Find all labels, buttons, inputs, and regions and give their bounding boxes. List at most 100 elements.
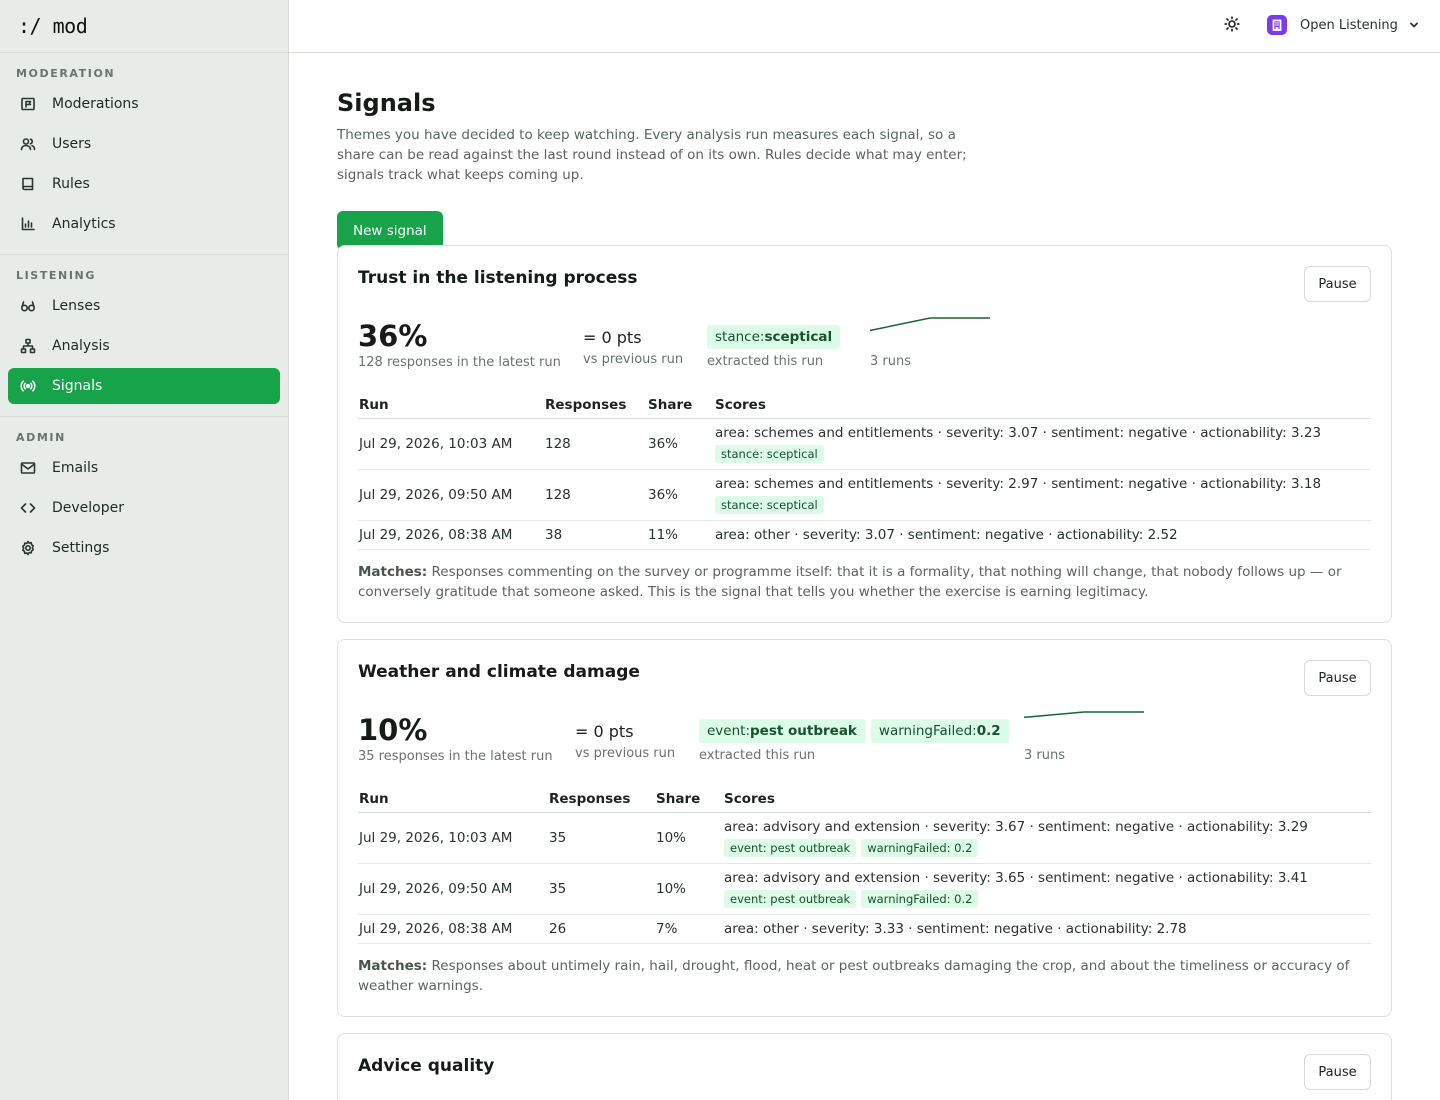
sidebar-item-analytics[interactable]: Analytics [8,206,280,242]
signal-card: Weather and climate damage Pause 10% 35 … [337,639,1392,1017]
sparkline-series [869,317,990,332]
sidebar-item-label: Analytics [52,216,116,232]
extracted-chips: event:pest outbreak warningFailed:0.2 ex… [699,710,1009,763]
sidebar-item-label: Developer [52,500,125,516]
col-responses: Responses [548,786,655,813]
building-icon [1267,15,1287,35]
latest-share: 10% 35 responses in the latest run [358,712,553,766]
signal-title: Trust in the listening process [358,268,638,288]
run-share: 11% [647,520,714,550]
signal-title: Weather and climate damage [358,662,640,682]
sidebar-item-label: Settings [52,540,110,556]
sidebar-item-label: Moderations [52,96,139,112]
attribute-chip: warningFailed:0.2 [870,719,1009,743]
run-responses: 35 [548,863,655,915]
network-icon [20,338,36,354]
sidebar-item-settings[interactable]: Settings [8,530,280,566]
sidebar: :/ mod MODERATION Moderations Users Rule… [0,0,289,1100]
run-scores: area: advisory and extension · severity:… [723,812,1371,864]
tag-chip: warningFailed: 0.2 [861,839,979,857]
gear-icon [20,540,36,556]
trend-sparkline: 3 runs [869,316,990,369]
pause-button[interactable]: Pause [1304,1054,1371,1090]
sidebar-item-developer[interactable]: Developer [8,490,280,526]
scores-text: area: schemes and entitlements · severit… [715,476,1322,492]
sidebar-item-label: Rules [52,176,90,192]
bar-chart-icon [20,216,36,232]
run-scores: area: other · severity: 3.07 · sentiment… [714,520,1371,550]
runs-table: Run Responses Share Scores Jul 29, 2026,… [358,392,1371,550]
flag-box-icon [20,96,36,112]
run-share: 36% [647,469,714,521]
extracted-chips: stance:sceptical extracted this run [707,316,841,369]
share-delta: = 0 pts vs previous run [575,710,675,761]
run-responses: 38 [544,520,647,550]
nav-section-listening: LISTENING Lenses Analysis Signals [0,255,288,417]
brand-logo[interactable]: :/ mod [0,0,288,53]
attribute-chip: stance:sceptical [707,325,841,349]
org-switcher[interactable]: Open Listening [1267,15,1420,35]
run-responses: 35 [548,812,655,864]
tag-chip: stance: sceptical [715,445,824,463]
sidebar-item-label: Signals [52,378,103,394]
delta-subtitle: vs previous run [583,352,684,367]
table-row: Jul 29, 2026, 09:50 AM 35 10% area: advi… [358,863,1371,915]
run-responses: 26 [548,914,655,944]
delta-value: = 0 pts [583,328,642,347]
share-delta: = 0 pts vs previous run [583,316,683,367]
nav-heading-admin: ADMIN [16,431,66,444]
share-subtitle: 35 responses in the latest run [358,749,553,764]
delta-value: = 0 pts [575,722,634,741]
table-row: Jul 29, 2026, 08:38 AM 26 7% area: other… [358,914,1371,944]
sidebar-item-label: Analysis [52,338,110,354]
page-description: Themes you have decided to keep watching… [337,127,967,183]
sidebar-item-rules[interactable]: Rules [8,166,280,202]
sun-icon [1224,16,1240,36]
chips-subtitle: extracted this run [707,354,824,369]
run-date: Jul 29, 2026, 10:03 AM [358,812,548,864]
sidebar-item-signals[interactable]: Signals [8,368,280,404]
scores-text: area: other · severity: 3.33 · sentiment… [724,920,1187,937]
run-responses: 128 [544,469,647,521]
run-share: 36% [647,418,714,470]
theme-toggle-button[interactable] [1222,16,1242,36]
sparkline-series [1023,711,1144,719]
org-name: Open Listening [1300,17,1398,33]
trend-sparkline: 3 runs [1023,710,1144,763]
table-header-row: Run Responses Share Scores [358,392,1371,419]
sparkline-subtitle: 3 runs [1024,748,1065,763]
share-subtitle: 128 responses in the latest run [358,355,561,370]
nav-heading-listening: LISTENING [16,269,96,282]
topbar: Open Listening [289,0,1440,53]
run-share: 10% [655,863,723,915]
book-icon [20,176,36,192]
sidebar-item-moderations[interactable]: Moderations [8,86,280,122]
nav-heading-moderation: MODERATION [16,67,116,80]
table-row: Jul 29, 2026, 09:50 AM 128 36% area: sch… [358,469,1371,521]
chevron-down-icon [1408,19,1420,31]
sidebar-item-label: Users [52,136,92,152]
pause-button[interactable]: Pause [1304,660,1371,696]
run-date: Jul 29, 2026, 09:50 AM [358,863,548,915]
run-date: Jul 29, 2026, 08:38 AM [358,520,544,550]
pause-button[interactable]: Pause [1304,266,1371,302]
sidebar-item-analysis[interactable]: Analysis [8,328,280,364]
tag-chip: stance: sceptical [715,496,824,514]
latest-share: 36% 128 responses in the latest run [358,318,561,372]
run-scores: area: schemes and entitlements · severit… [714,418,1371,470]
mail-icon [20,460,36,476]
scores-text: area: advisory and extension · severity:… [724,870,1308,886]
share-value: 36% [358,319,428,353]
users-icon [20,136,36,152]
table-row: Jul 29, 2026, 08:38 AM 38 11% area: othe… [358,520,1371,550]
sidebar-item-emails[interactable]: Emails [8,450,280,486]
signal-stats: 10% 35 responses in the latest run = 0 p… [358,710,1371,770]
sidebar-item-lenses[interactable]: Lenses [8,288,280,324]
attribute-chip: event:pest outbreak [699,719,865,743]
col-scores: Scores [714,392,1371,419]
sparkline-subtitle: 3 runs [870,354,911,369]
col-share: Share [647,392,714,419]
sidebar-item-users[interactable]: Users [8,126,280,162]
table-row: Jul 29, 2026, 10:03 AM 128 36% area: sch… [358,418,1371,470]
nav-section-admin: ADMIN Emails Developer Settings [0,417,288,578]
